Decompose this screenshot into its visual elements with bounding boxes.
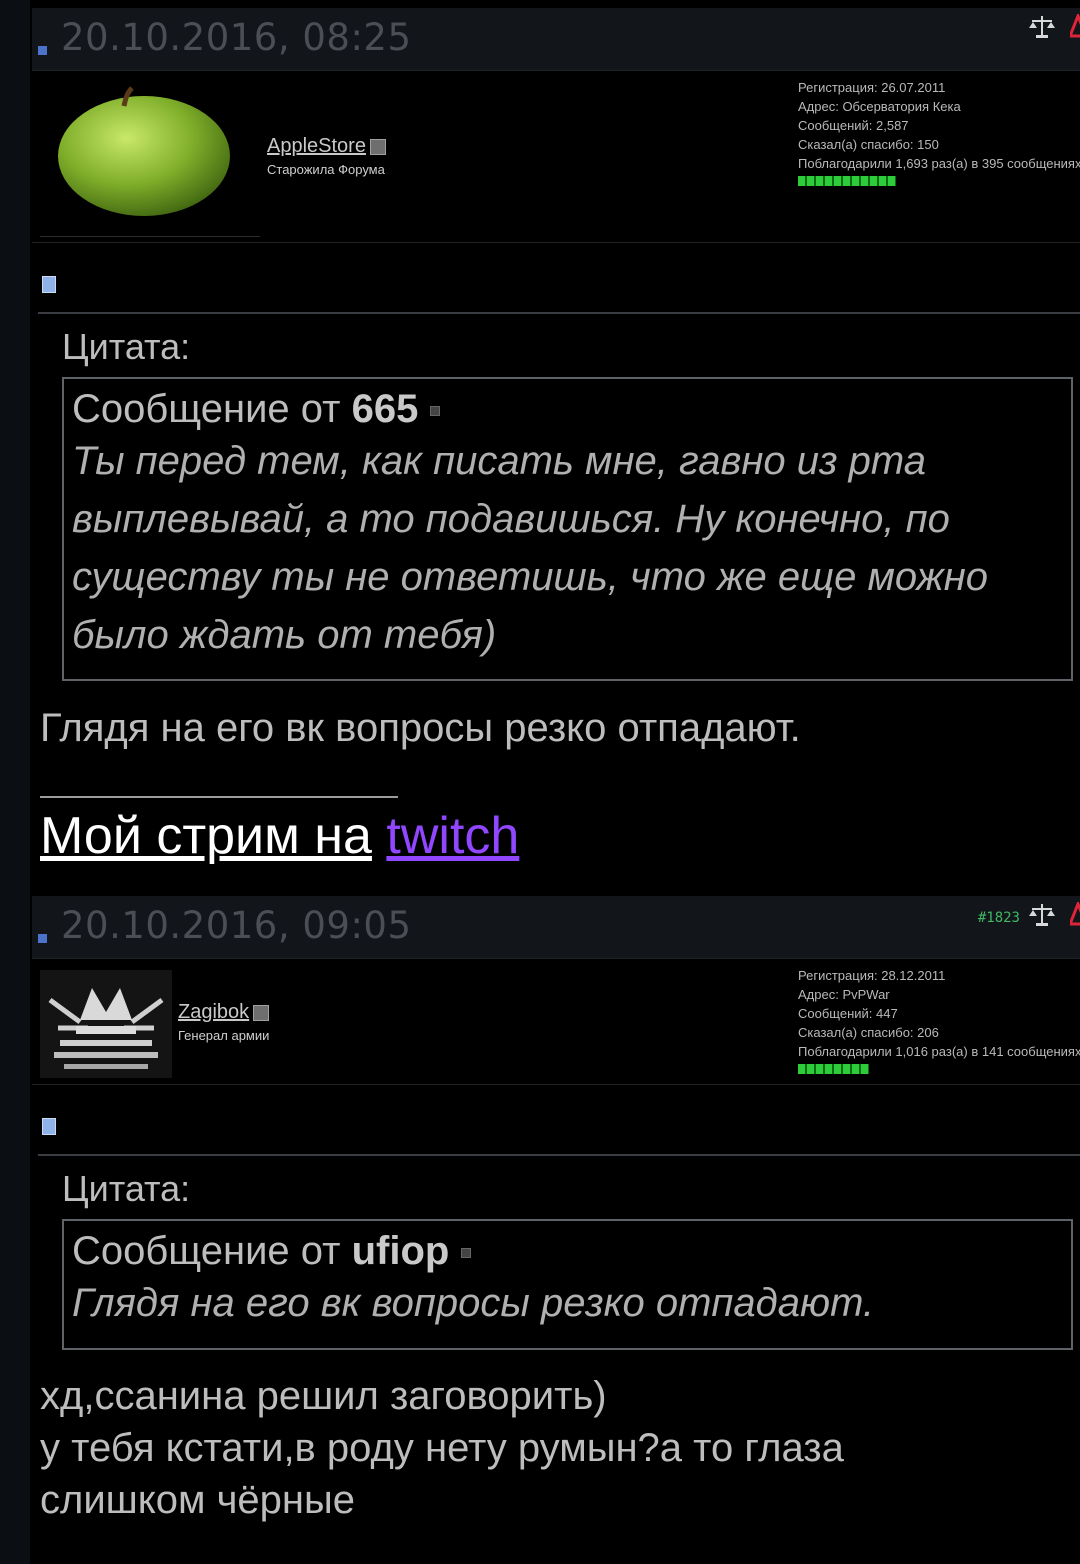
message-line: хд,ссанина решил заговорить) bbox=[40, 1374, 607, 1418]
divider bbox=[38, 1154, 1080, 1156]
quote-box: Сообщение от ufiop Глядя на его вк вопро… bbox=[62, 1219, 1073, 1350]
quote-from-prefix: Сообщение от bbox=[72, 1229, 341, 1273]
quote-box: Сообщение от 665 Ты перед тем, как писат… bbox=[62, 377, 1073, 681]
username[interactable]: AppleStore bbox=[267, 135, 366, 157]
post-message: Глядя на его вк вопросы резко отпадают. bbox=[40, 706, 801, 750]
stat-messages: Сообщений: 2,587 bbox=[798, 118, 909, 133]
username-link[interactable]: Zagibok bbox=[178, 1001, 270, 1024]
online-status-icon bbox=[253, 1004, 270, 1021]
quote-text: Ты перед тем, как писать мне, гавно из р… bbox=[72, 439, 989, 657]
post-message: хд,ссанина решил заговорить) у тебя кста… bbox=[40, 1370, 844, 1526]
post-number-link[interactable]: #1823 bbox=[978, 910, 1020, 926]
user-info: Zagibok Генерал армии Регистрация: 28.12… bbox=[32, 958, 1080, 1085]
warning-icon[interactable] bbox=[1070, 14, 1080, 38]
quote-author: Сообщение от 665 bbox=[72, 387, 1063, 432]
post-2: 20.10.2016, 09:05 #1823 Zagibok Генерал … bbox=[32, 896, 1080, 1564]
quote-label: Цитата: bbox=[62, 1168, 191, 1209]
stat-messages: Сообщений: 447 bbox=[798, 1006, 898, 1021]
online-status-icon bbox=[369, 138, 386, 155]
post-header: 20.10.2016, 08:25 bbox=[32, 8, 1080, 71]
signature-divider bbox=[40, 796, 398, 798]
quote-from-prefix: Сообщение от bbox=[72, 387, 341, 431]
warning-icon[interactable] bbox=[1070, 902, 1080, 926]
user-title: Генерал армии bbox=[178, 1028, 270, 1043]
user-title: Старожила Форума bbox=[267, 162, 385, 177]
quote-author: Сообщение от ufiop bbox=[72, 1229, 1063, 1274]
stat-thanked: Поблагодарили 1,693 раз(а) в 395 сообщен… bbox=[798, 156, 1080, 171]
username-link[interactable]: AppleStore bbox=[267, 135, 386, 158]
stat-address: Адрес: PvPWar bbox=[798, 987, 890, 1002]
scales-icon[interactable] bbox=[1028, 14, 1056, 40]
post-header: 20.10.2016, 09:05 #1823 bbox=[32, 896, 1080, 959]
avatar[interactable] bbox=[40, 970, 172, 1078]
post-1: 20.10.2016, 08:25 AppleStore Старожила Ф… bbox=[32, 8, 1080, 885]
scales-icon[interactable] bbox=[1028, 902, 1056, 928]
quote-text: Глядя на его вк вопросы резко отпадают. bbox=[72, 1281, 875, 1325]
user-info: AppleStore Старожила Форума Регистрация:… bbox=[32, 70, 1080, 243]
user-stats: Регистрация: 26.07.2011 Адрес: Обсервато… bbox=[798, 78, 1080, 173]
document-icon bbox=[42, 276, 56, 293]
username[interactable]: Zagibok bbox=[178, 1001, 249, 1023]
signature: Мой стрим на twitch bbox=[40, 806, 519, 866]
reputation-bar bbox=[798, 176, 896, 186]
post-dot-icon bbox=[38, 934, 47, 943]
view-post-icon[interactable] bbox=[461, 1248, 472, 1259]
left-strip bbox=[0, 0, 30, 1564]
message-line: у тебя кстати,в роду нету румын?а то гла… bbox=[40, 1426, 844, 1470]
stat-said-thanks: Сказал(а) спасибо: 150 bbox=[798, 137, 939, 152]
user-stats: Регистрация: 28.12.2011 Адрес: PvPWar Со… bbox=[798, 966, 1080, 1061]
quote-label: Цитата: bbox=[62, 326, 191, 367]
stat-address: Адрес: Обсерватория Кека bbox=[798, 99, 961, 114]
stat-said-thanks: Сказал(а) спасибо: 206 bbox=[798, 1025, 939, 1040]
quote-from-user[interactable]: ufiop bbox=[352, 1229, 450, 1273]
message-line: слишком чёрные bbox=[40, 1478, 355, 1522]
quote-from-user[interactable]: 665 bbox=[352, 387, 419, 431]
avatar[interactable] bbox=[56, 84, 232, 218]
reputation-bar bbox=[798, 1064, 869, 1074]
divider bbox=[38, 312, 1080, 314]
stat-registration: Регистрация: 26.07.2011 bbox=[798, 80, 946, 95]
stat-registration: Регистрация: 28.12.2011 bbox=[798, 968, 946, 983]
view-post-icon[interactable] bbox=[430, 406, 441, 417]
post-dot-icon bbox=[38, 46, 47, 55]
post-date: 20.10.2016, 09:05 bbox=[61, 904, 412, 947]
post-date: 20.10.2016, 08:25 bbox=[61, 16, 412, 59]
stat-thanked: Поблагодарили 1,016 раз(а) в 141 сообщен… bbox=[798, 1044, 1080, 1059]
twitch-link[interactable]: twitch bbox=[386, 807, 519, 865]
signature-text: Мой стрим на bbox=[40, 807, 372, 865]
document-icon bbox=[42, 1118, 56, 1135]
